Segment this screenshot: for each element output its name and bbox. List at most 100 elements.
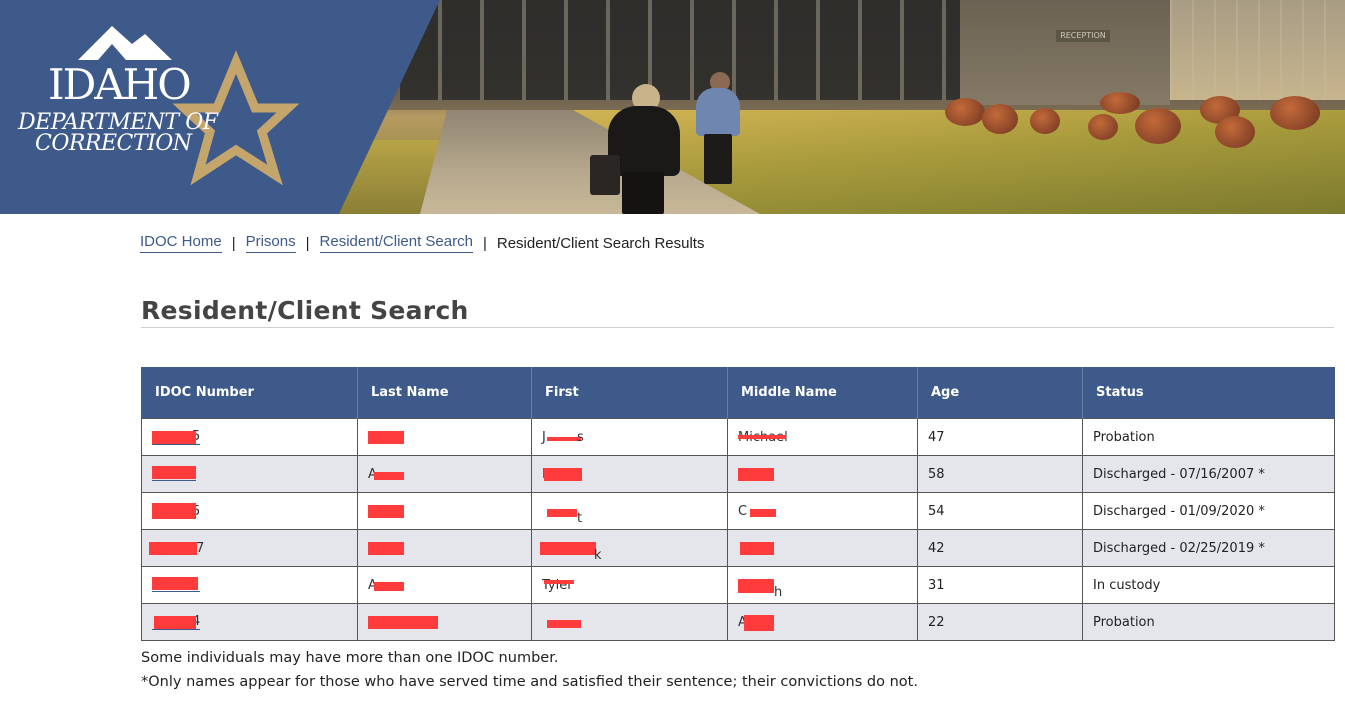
last-name-cell [357,529,532,567]
table-row: 7 k 42 Discharged - 02/25/2019 * [141,529,1335,567]
breadcrumb-link-idoc-home[interactable]: IDOC Home [140,233,222,253]
redaction-mark [154,615,196,629]
status-cell: Probation [1082,603,1335,641]
redaction-mark [152,503,196,519]
age-cell: 42 [917,529,1083,567]
redaction-mark [750,509,776,517]
redaction-mark [547,509,577,517]
redaction-mark [368,616,438,629]
column-header-age[interactable]: Age [917,367,1083,419]
redaction-mark [368,505,404,518]
idoc-number-link[interactable]: 5 [152,429,201,445]
redaction-mark [547,437,581,441]
redaction-mark [368,542,404,555]
shrub-image [982,104,1018,134]
table-row: A M 58 Discharged - 07/16/2007 * [141,455,1335,493]
first-name-cell: k [531,529,728,567]
last-name-cell: A [357,566,532,604]
table-row: 4 A 22 Probation [141,603,1335,641]
status-cell: Discharged - 02/25/2019 * [1082,529,1335,567]
handbag-image [590,155,620,195]
middle-name-cell: C [727,492,918,530]
age-cell: 58 [917,455,1083,493]
column-header-status[interactable]: Status [1082,367,1335,419]
idoc-number-cell [141,455,358,493]
banner-fence [1170,0,1345,100]
shrub-image [1270,96,1320,130]
idoc-number-link[interactable]: 5 [152,503,200,519]
column-header-idoc-number[interactable]: IDOC Number [141,367,358,419]
column-header-last-name[interactable]: Last Name [357,367,532,419]
last-name-cell [357,418,532,456]
idoc-number-cell: 7 [141,529,358,567]
column-header-first[interactable]: First [531,367,728,419]
shrub-image [1215,116,1255,148]
person-legs-image [704,134,732,184]
redaction-mark [152,430,196,444]
idoc-number-cell: 5 [141,492,358,530]
redaction-mark [540,542,596,555]
age-cell: 54 [917,492,1083,530]
idoc-number-cell [141,566,358,604]
table-row: 5 t C 54 Discharged - 01/09/2020 * [141,492,1335,530]
shrub-image [945,98,985,126]
shrub-image [1135,108,1181,144]
breadcrumb-link-resident-search[interactable]: Resident/Client Search [319,233,473,253]
idoc-number-link[interactable]: 4 [152,614,201,630]
breadcrumb: IDOC Home | Prisons | Resident/Client Se… [140,232,704,254]
redaction-mark [368,431,404,444]
breadcrumb-current: Resident/Client Search Results [496,234,705,252]
status-cell: Probation [1082,418,1335,456]
redaction-mark [738,468,774,481]
status-cell: Discharged - 07/16/2007 * [1082,455,1335,493]
table-header-row: IDOC Number Last Name First Middle Name … [141,367,1335,419]
first-name-cell: Js [531,418,728,456]
middle-name-cell: h [727,566,918,604]
idoc-number-link[interactable] [152,575,200,592]
middle-name-cell [727,455,918,493]
table-row: 5 Js Michael 47 Probation [141,418,1335,456]
middle-name-cell [727,529,918,567]
redaction-mark [544,580,574,584]
breadcrumb-separator: | [305,234,310,252]
redaction-mark [738,435,786,439]
idoc-number-link[interactable]: 7 [149,541,204,556]
breadcrumb-link-prisons[interactable]: Prisons [245,233,296,253]
idoc-number-cell: 4 [141,603,358,641]
middle-name-cell: Michael [727,418,918,456]
first-name-cell: t [531,492,728,530]
age-cell: 31 [917,566,1083,604]
logo-state-text: IDAHO [48,60,192,109]
middle-name-cell: A [727,603,918,641]
header-banner: RECEPTION IDAHO DEPARTMENT OF CORRECTION [0,0,1345,214]
status-cell: Discharged - 01/09/2020 * [1082,492,1335,530]
last-name-cell [357,492,532,530]
breadcrumb-separator: | [482,234,487,252]
redaction-mark [374,472,404,480]
first-name-cell: Tyler [531,566,728,604]
first-name-cell [531,603,728,641]
redaction-mark [744,615,774,631]
shrub-image [1100,92,1140,114]
last-name-cell [357,603,532,641]
shrub-image [1088,114,1118,140]
redaction-mark [740,542,774,555]
redaction-mark [547,620,581,628]
status-cell: In custody [1082,566,1335,604]
note-names-only: *Only names appear for those who have se… [141,674,918,690]
age-cell: 47 [917,418,1083,456]
building-sign: RECEPTION [1056,30,1110,42]
logo-correction-text: CORRECTION [35,131,192,156]
idoc-number-link[interactable] [152,464,196,481]
redaction-mark [374,582,404,591]
redaction-mark [152,465,196,479]
note-multiple-idoc: Some individuals may have more than one … [141,650,559,666]
title-divider [141,327,1334,328]
column-header-middle-name[interactable]: Middle Name [727,367,918,419]
person-legs-image [622,172,664,214]
redaction-mark [149,542,197,555]
shrub-image [1030,108,1060,134]
results-table: IDOC Number Last Name First Middle Name … [141,367,1335,641]
banner-building-entrance [960,0,1170,105]
redaction-mark [152,576,198,590]
